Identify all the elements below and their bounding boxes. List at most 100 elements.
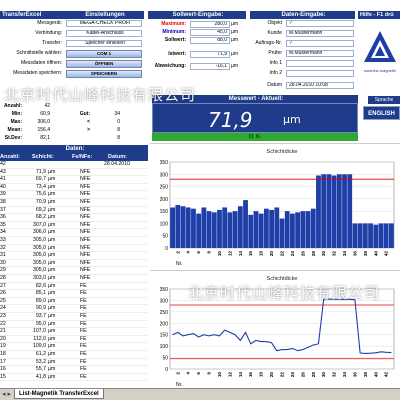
table-row[interactable]: 28 303,0 µm NFE xyxy=(0,275,148,283)
table-row[interactable]: 26 85,1 µm FE xyxy=(0,290,148,298)
table-row[interactable]: 32 305,0 µm NFE xyxy=(0,245,148,253)
english-button[interactable]: ENGLISH xyxy=(363,106,400,120)
sheet-tab[interactable]: List-Magnetik TransferExcel xyxy=(14,389,104,399)
cell-anzahl: 34 xyxy=(0,229,6,236)
table-row[interactable]: 25 89,0 µm FE xyxy=(0,298,148,306)
action-button[interactable]: ÖFFNEN xyxy=(66,60,142,68)
x-tick-label: 42 xyxy=(384,251,389,257)
table-row[interactable]: 35 307,0 µm NFE xyxy=(0,222,148,230)
action-button[interactable]: COM 1 xyxy=(66,50,142,58)
cell-unit: µm xyxy=(48,275,56,281)
cell-schicht: 89,0 xyxy=(35,297,46,304)
cell-fe: NFE xyxy=(80,221,91,228)
sollwert-label: Maximum: xyxy=(161,21,186,27)
cell-schicht: 41,8 xyxy=(35,373,46,380)
x-tick-label: 14 xyxy=(238,251,243,257)
sollwert-value[interactable]: 280,0 xyxy=(190,21,230,28)
x-tick-label: 12 xyxy=(227,372,232,378)
bar xyxy=(352,223,358,248)
cell-anzahl: 40 xyxy=(0,183,6,190)
x-tick-label: 14 xyxy=(238,372,243,378)
stat-value-2: 8 xyxy=(117,135,120,141)
y-tick-label: 150 xyxy=(160,333,169,339)
cell-unit: µm xyxy=(48,229,56,236)
table-row[interactable]: 30 305,0 µm NFE xyxy=(0,260,148,268)
table-row[interactable]: 19 109,0 µm FE xyxy=(0,343,148,351)
cell-unit: µm xyxy=(48,267,56,274)
table-row[interactable]: 29 305,0 µm NFE xyxy=(0,267,148,275)
cell-fe: FE xyxy=(80,366,87,373)
table-row[interactable]: 15 41,8 µm FE xyxy=(0,374,148,382)
bar xyxy=(331,175,337,248)
table-row[interactable]: 22 95,0 µm FE xyxy=(0,321,148,329)
y-tick-label: 200 xyxy=(160,321,169,327)
table-row[interactable]: 39 75,6 µm NFE xyxy=(0,191,148,199)
table-row[interactable]: 24 90,9 µm FE xyxy=(0,305,148,313)
sollwert-value[interactable]: 45,0 xyxy=(190,29,230,36)
table-row[interactable]: 18 61,2 µm FE xyxy=(0,351,148,359)
daten-eingabe-field[interactable]: ? xyxy=(286,20,354,27)
logo-url[interactable]: www.list-magnetik xyxy=(360,68,400,73)
table-row[interactable]: 16 55,7 µm FE xyxy=(0,366,148,374)
cell-anzahl: 21 xyxy=(0,328,6,335)
daten-eingabe-field[interactable]: M.Mustermann xyxy=(286,50,354,57)
daten-eingabe-label: Objekt xyxy=(267,20,282,26)
table-row[interactable]: 40 73,4 µm NFE xyxy=(0,184,148,192)
tab-nav-arrows[interactable]: ◂ ▸ xyxy=(2,390,11,398)
table-row[interactable]: 27 82,6 µm FE xyxy=(0,283,148,291)
table-row[interactable]: 34 306,0 µm NFE xyxy=(0,229,148,237)
y-tick-label: 300 xyxy=(160,298,169,304)
stat-label-2: < xyxy=(87,119,90,125)
sollwert-label: Sollwert: xyxy=(164,37,186,43)
cell-anzahl: 32 xyxy=(0,244,6,251)
cell-fe: NFE xyxy=(80,176,91,183)
stat-label: Max: xyxy=(10,119,22,125)
setting-label: Verbindung: xyxy=(35,30,62,36)
table-row[interactable]: 20 112,0 µm FE xyxy=(0,336,148,344)
daten-eingabe-field[interactable]: 28.04.2010 10:08 xyxy=(286,82,354,89)
table-row[interactable]: 41 69,7 µm NFE xyxy=(0,176,148,184)
setting-value[interactable]: Kabel-Anschluss xyxy=(66,30,142,37)
table-row[interactable]: 42 28.04.2010 xyxy=(0,161,148,169)
table-row[interactable]: 36 68,2 µm NFE xyxy=(0,214,148,222)
cell-unit: µm xyxy=(48,221,56,228)
cell-fe: NFE xyxy=(80,267,91,274)
daten-eingabe-field[interactable]: ? xyxy=(286,40,354,47)
daten-eingabe-field[interactable] xyxy=(286,60,354,67)
setting-value[interactable]: Speicher einlesen xyxy=(66,40,142,47)
table-row[interactable]: 33 305,0 µm NFE xyxy=(0,237,148,245)
cell-schicht: 55,7 xyxy=(35,366,46,373)
cell-fe: FE xyxy=(80,282,87,289)
x-tick-label: 36 xyxy=(352,251,357,257)
x-tick-label: 16 xyxy=(248,372,253,378)
table-row[interactable]: 23 93,7 µm FE xyxy=(0,313,148,321)
daten-eingabe-field[interactable]: M.Mustermann xyxy=(286,30,354,37)
table-row[interactable]: 37 69,2 µm NFE xyxy=(0,207,148,215)
bar xyxy=(388,223,394,248)
cell-fe: FE xyxy=(80,305,87,312)
x-tick-label: 26 xyxy=(300,372,305,378)
sollwert-value[interactable]: 88,0 xyxy=(190,37,230,44)
cell-schicht: 75,6 xyxy=(35,191,46,198)
cell-anzahl: 23 xyxy=(0,313,6,319)
y-tick-label: 150 xyxy=(160,209,169,215)
cell-anzahl: 39 xyxy=(0,191,6,198)
bar xyxy=(269,209,274,248)
cell-schicht: 107,0 xyxy=(33,328,46,335)
bar xyxy=(357,223,363,248)
table-row[interactable]: 38 70,9 µm NFE xyxy=(0,199,148,207)
table-row[interactable]: 31 305,0 µm NFE xyxy=(0,252,148,260)
help-header[interactable]: Hilfe - F1 drü xyxy=(358,11,400,19)
action-button[interactable]: SPEICHERN xyxy=(66,70,142,78)
cell-fe: FE xyxy=(80,335,87,342)
table-row[interactable]: 17 53,2 µm FE xyxy=(0,359,148,367)
bar xyxy=(196,213,202,248)
table-row[interactable]: 21 107,0 µm FE xyxy=(0,328,148,336)
daten-eingabe-field[interactable] xyxy=(286,70,354,77)
cell-unit: µm xyxy=(48,328,56,335)
x-tick-label: 22 xyxy=(280,372,285,378)
cell-fe: FE xyxy=(80,297,87,304)
setting-value[interactable]: MEGA-CHECK PROFI xyxy=(66,20,142,27)
table-row[interactable]: 43 71,9 µm NFE xyxy=(0,169,148,177)
cell-schicht: 85,1 xyxy=(35,290,46,297)
